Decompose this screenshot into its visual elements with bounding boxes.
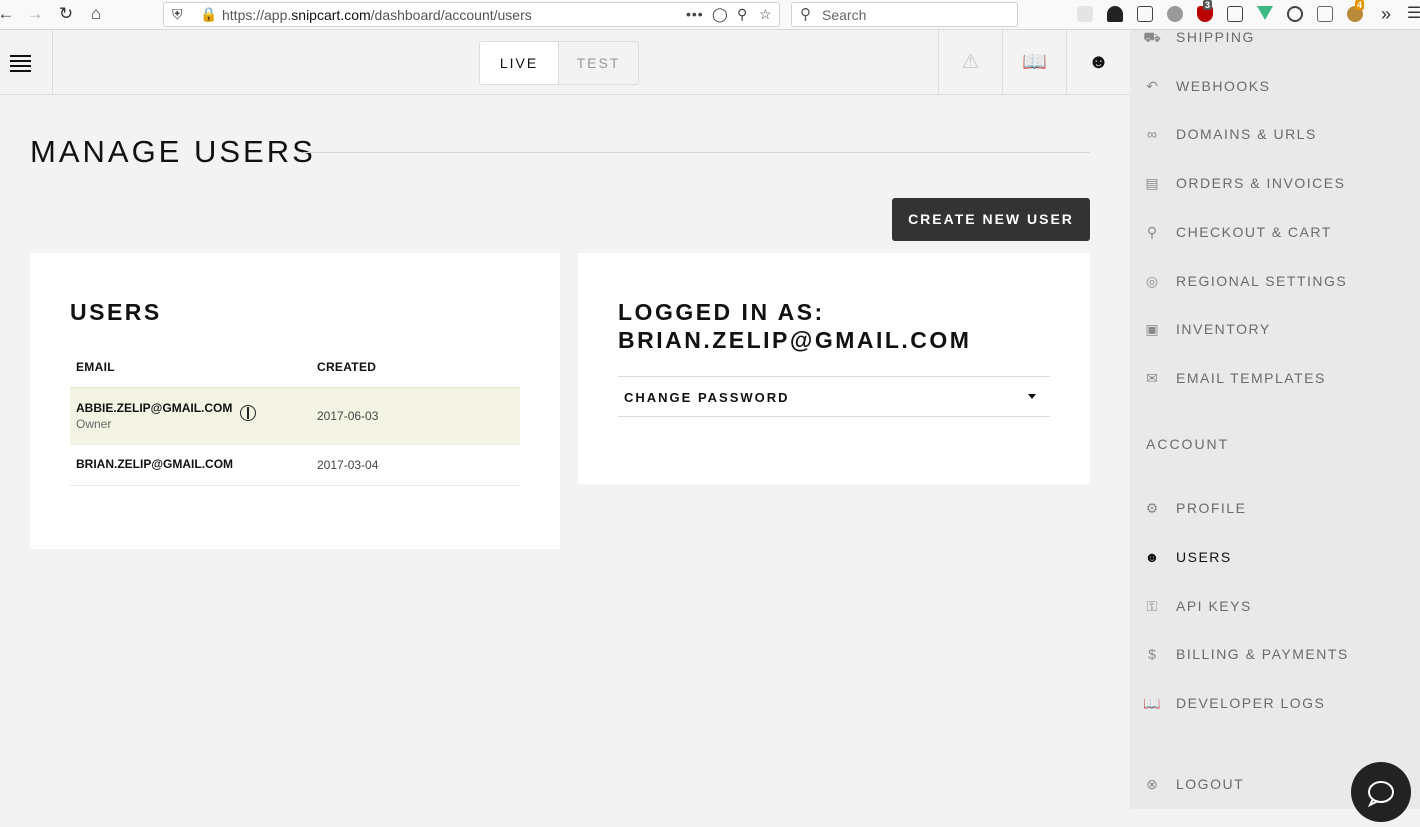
- browser-search-input[interactable]: ⚲ Search: [791, 2, 1018, 27]
- logged-in-card: LOGGED IN AS: BRIAN.ZELIP@GMAIL.COM CHAN…: [578, 253, 1090, 484]
- sidebar-item-developer-logs[interactable]: 📖 DEVELOPER LOGS: [1130, 684, 1420, 724]
- logged-in-title: LOGGED IN AS:: [618, 299, 825, 325]
- invoice-icon: ▤: [1145, 175, 1159, 191]
- pocket-icon[interactable]: ◯: [712, 6, 728, 23]
- gear-icon: ⚙: [1145, 500, 1159, 516]
- box-icon: ▣: [1145, 321, 1159, 337]
- extension-icon-2[interactable]: [1107, 6, 1123, 22]
- caret-down-icon: [1028, 394, 1036, 399]
- forward-icon[interactable]: →: [25, 4, 45, 24]
- logout-icon: ⊗: [1146, 776, 1158, 792]
- docs-book-icon[interactable]: 📖: [1002, 30, 1066, 94]
- sidebar-item-label: WEBHOOKS: [1176, 78, 1271, 94]
- user-role: Owner: [76, 417, 112, 431]
- user-created-date: 2017-03-04: [317, 458, 379, 472]
- sidebar-item-email-templates[interactable]: ✉ EMAIL TEMPLATES: [1130, 359, 1420, 399]
- sidebar-item-billing[interactable]: $ BILLING & PAYMENTS: [1130, 635, 1420, 675]
- bookmark-star-icon[interactable]: ☆: [759, 6, 772, 23]
- sidebar-item-label: USERS: [1176, 549, 1232, 565]
- url-domain: snipcart.com: [291, 7, 371, 23]
- mode-live-button[interactable]: LIVE: [480, 42, 559, 84]
- chat-bubble-icon: [1367, 781, 1394, 808]
- extension-icon-1[interactable]: [1077, 6, 1093, 22]
- sidebar-item-label: API KEYS: [1176, 598, 1252, 614]
- sidebar-section-account: ACCOUNT: [1146, 436, 1230, 452]
- sidebar-item-webhooks[interactable]: ↶ WEBHOOKS: [1130, 67, 1420, 107]
- dollar-icon: $: [1148, 646, 1156, 662]
- sidebar-item-inventory[interactable]: ▣ INVENTORY: [1130, 310, 1420, 350]
- title-divider: [303, 152, 1090, 153]
- sidebar-item-label: LOGOUT: [1176, 776, 1245, 792]
- sidebar-item-label: ORDERS & INVOICES: [1176, 175, 1346, 191]
- search-icon: ⚲: [800, 6, 811, 23]
- logged-in-email: BRIAN.ZELIP@GMAIL.COM: [618, 327, 972, 353]
- sidebar-item-api-keys[interactable]: ⚿ API KEYS: [1130, 587, 1420, 627]
- search-placeholder: Search: [822, 7, 867, 23]
- sidebar-item-orders[interactable]: ▤ ORDERS & INVOICES: [1130, 164, 1420, 204]
- shield-icon[interactable]: ⛨: [172, 6, 183, 23]
- live-test-toggle: LIVE TEST: [479, 41, 639, 85]
- sidebar-item-label: DOMAINS & URLS: [1176, 126, 1317, 142]
- change-password-label: CHANGE PASSWORD: [624, 390, 790, 405]
- url-text[interactable]: https://app.snipcart.com/dashboard/accou…: [222, 7, 532, 23]
- create-new-user-button[interactable]: CREATE NEW USER: [892, 198, 1090, 241]
- sidebar-item-checkout[interactable]: ⚲ CHECKOUT & CART: [1130, 213, 1420, 253]
- webhook-icon: ↶: [1146, 78, 1158, 94]
- users-card-title: USERS: [70, 299, 162, 325]
- sidebar-item-domains[interactable]: ∞ DOMAINS & URLS: [1130, 115, 1420, 155]
- table-row[interactable]: ABBIE.ZELIP@GMAIL.COM Owner 2017-06-03: [70, 387, 520, 445]
- column-header-created: CREATED: [317, 360, 377, 374]
- user-email: BRIAN.ZELIP@GMAIL.COM: [76, 457, 234, 471]
- sidebar-item-label: BILLING & PAYMENTS: [1176, 646, 1349, 662]
- warning-icon[interactable]: ⚠: [938, 30, 1002, 94]
- extension-badge: 4: [1355, 0, 1365, 10]
- user-profile-icon[interactable]: ☻: [1066, 30, 1130, 94]
- back-icon[interactable]: ←: [0, 4, 16, 24]
- sidebar-item-label: DEVELOPER LOGS: [1176, 695, 1326, 711]
- user-email: ABBIE.ZELIP@GMAIL.COM: [76, 401, 233, 415]
- home-icon[interactable]: ⌂: [86, 4, 106, 24]
- sidebar-item-label: SHIPPING: [1176, 29, 1255, 45]
- more-actions-icon[interactable]: •••: [686, 6, 704, 22]
- menu-icon[interactable]: [0, 30, 53, 94]
- chat-support-button[interactable]: [1351, 762, 1411, 822]
- sidebar-item-label: INVENTORY: [1176, 321, 1271, 337]
- sidebar-item-label: PROFILE: [1176, 500, 1247, 516]
- sidebar-item-regional[interactable]: ◎ REGIONAL SETTINGS: [1130, 262, 1420, 302]
- change-password-toggle[interactable]: CHANGE PASSWORD: [618, 376, 1050, 417]
- cart-icon: ⚲: [1146, 224, 1158, 240]
- ublock-badge: 3: [1203, 0, 1213, 10]
- link-icon: ∞: [1147, 126, 1157, 142]
- envelope-icon: ✉: [1146, 370, 1158, 386]
- sidebar-item-shipping[interactable]: ⛟ SHIPPING: [1130, 18, 1420, 58]
- lock-icon[interactable]: 🔒: [200, 6, 217, 23]
- url-bar[interactable]: ⛨ 🔒 https://app.snipcart.com/dashboard/a…: [163, 2, 780, 27]
- column-header-email: EMAIL: [76, 360, 115, 374]
- users-card: USERS EMAIL CREATED ABBIE.ZELIP@GMAIL.CO…: [30, 253, 560, 549]
- text-cursor-icon: [240, 405, 256, 421]
- globe-icon: ◎: [1145, 273, 1159, 289]
- book-icon: 📖: [1143, 695, 1161, 711]
- sidebar-item-users[interactable]: ☻ USERS: [1130, 538, 1420, 578]
- key-icon: ⚿: [1146, 598, 1158, 614]
- url-prefix: https://app.: [222, 7, 292, 23]
- truck-icon: ⛟: [1143, 29, 1161, 45]
- sidebar-item-label: EMAIL TEMPLATES: [1176, 370, 1326, 386]
- table-row[interactable]: BRIAN.ZELIP@GMAIL.COM 2017-03-04: [70, 445, 520, 486]
- app-header: LIVE TEST ⚠ 📖 ☻: [0, 30, 1130, 95]
- bulb-icon[interactable]: ⚲: [737, 6, 747, 23]
- sidebar-item-profile[interactable]: ⚙ PROFILE: [1130, 489, 1420, 529]
- settings-sidebar: ⛟ SHIPPING ↶ WEBHOOKS ∞ DOMAINS & URLS ▤…: [1130, 29, 1420, 809]
- url-path: /dashboard/account/users: [370, 7, 532, 23]
- mode-test-button[interactable]: TEST: [559, 42, 638, 84]
- page-title: MANAGE USERS: [30, 134, 316, 169]
- sidebar-item-label: REGIONAL SETTINGS: [1176, 273, 1348, 289]
- users-icon: ☻: [1144, 549, 1160, 565]
- reload-icon[interactable]: ↻: [56, 4, 76, 24]
- user-created-date: 2017-06-03: [317, 409, 379, 423]
- sidebar-item-label: CHECKOUT & CART: [1176, 224, 1332, 240]
